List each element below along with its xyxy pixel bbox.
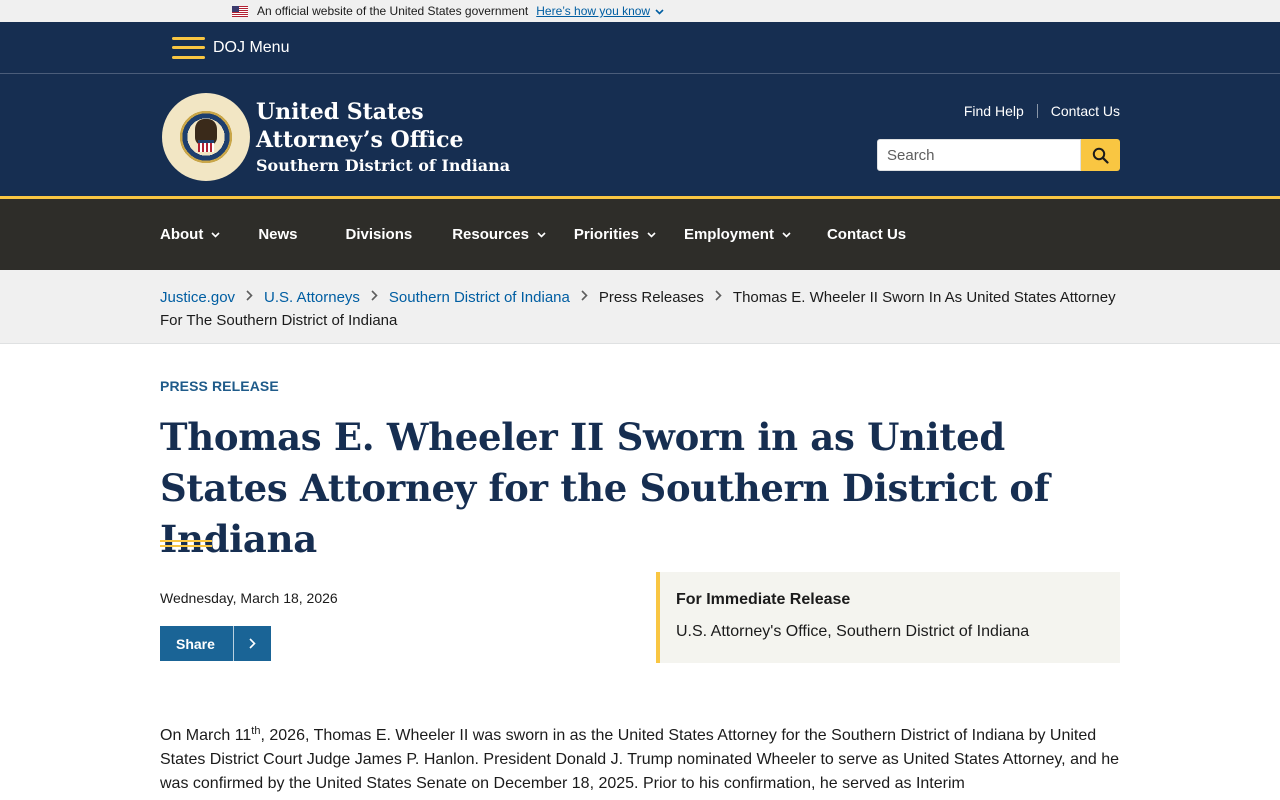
breadcrumb-press-releases: Press Releases [598, 289, 704, 306]
search-button[interactable] [1081, 139, 1120, 171]
nav-item-divisions[interactable]: Divisions [346, 226, 413, 243]
nav-item-label[interactable]: Priorities [574, 226, 639, 243]
nav-item-label[interactable]: Divisions [346, 226, 413, 243]
us-flag-icon [232, 5, 248, 17]
agency-name[interactable]: United States Attorney’s Office Southern… [256, 98, 510, 178]
nav-item-about[interactable]: About [160, 226, 220, 243]
utility-links: Find Help Contact Us [964, 103, 1120, 119]
heres-how-you-know-link[interactable]: Here’s how you know [536, 4, 650, 18]
search-input[interactable] [877, 139, 1081, 171]
nav-item-label[interactable]: News [258, 226, 297, 243]
gov-banner: An official website of the United States… [0, 0, 1280, 22]
nav-item-label[interactable]: Resources [452, 226, 529, 243]
chevron-down-icon[interactable] [537, 231, 546, 238]
nav-item-employment[interactable]: Employment [684, 226, 791, 243]
nav-item-priorities[interactable]: Priorities [574, 226, 656, 243]
breadcrumb: Justice.gov U.S. Attorneys Southern Distri… [0, 270, 1280, 344]
chevron-right-icon [246, 286, 253, 309]
nav-item-contact-us[interactable]: Contact Us [827, 226, 906, 243]
agency-name-line2[interactable]: Attorney’s Office [256, 126, 510, 154]
nav-item-label[interactable]: Contact Us [827, 226, 906, 243]
chevron-down-icon[interactable] [655, 7, 664, 18]
doj-menu-button[interactable]: DOJ Menu [172, 36, 289, 59]
site-header: United States Attorney’s Office Southern… [0, 74, 1280, 199]
share-divider [233, 626, 234, 661]
hamburger-menu-icon[interactable] [172, 36, 205, 59]
chevron-right-icon [715, 286, 722, 309]
nav-item-resources[interactable]: Resources [452, 226, 546, 243]
chevron-right-icon [371, 286, 378, 309]
chevron-right-icon[interactable] [234, 638, 271, 649]
agency-name-line1[interactable]: United States [256, 98, 510, 126]
utility-divider [1036, 104, 1038, 118]
chevron-down-icon[interactable] [211, 231, 220, 238]
doj-menu-bar: DOJ Menu [0, 22, 1280, 74]
breadcrumb-link-district[interactable]: Southern District of Indiana [389, 289, 570, 306]
site-search [877, 139, 1120, 171]
body-text-start: On March 11 [160, 727, 252, 744]
chevron-down-icon[interactable] [782, 231, 791, 238]
body-text-rest: , 2026, Thomas E. Wheeler II was sworn i… [160, 727, 1120, 792]
release-office: U.S. Attorney's Office, Southern Distric… [676, 623, 1030, 640]
gov-banner-text: An official website of the United States… [257, 4, 529, 18]
doj-menu-label[interactable]: DOJ Menu [213, 39, 289, 57]
find-help-link[interactable]: Find Help [964, 103, 1024, 119]
nav-item-news[interactable]: News [258, 226, 297, 243]
title-divider [160, 540, 212, 547]
doj-seal-logo[interactable] [162, 93, 250, 181]
search-icon [1092, 147, 1109, 164]
breadcrumb-link-us-attorneys[interactable]: U.S. Attorneys [264, 289, 360, 306]
share-button-label[interactable]: Share [160, 636, 233, 652]
nav-item-label[interactable]: Employment [684, 226, 774, 243]
share-button[interactable]: Share [160, 626, 271, 661]
nav-item-label[interactable]: About [160, 226, 203, 243]
article-body: On March 11th, 2026, Thomas E. Wheeler I… [160, 724, 1122, 796]
page-title: Thomas E. Wheeler II Sworn in as United … [160, 415, 1050, 561]
release-info-box: For Immediate Release U.S. Attorney's Of… [656, 572, 1120, 663]
chevron-down-icon[interactable] [647, 231, 656, 238]
agency-district[interactable]: Southern District of Indiana [256, 154, 510, 178]
breadcrumb-link-justice-gov[interactable]: Justice.gov [160, 289, 235, 306]
main-navigation: About News Divisions Resources Prioritie… [0, 199, 1280, 270]
release-heading: For Immediate Release [676, 591, 851, 608]
contact-us-link[interactable]: Contact Us [1051, 103, 1120, 119]
press-release-eyebrow: PRESS RELEASE [160, 378, 279, 394]
release-date: Wednesday, March 18, 2026 [160, 590, 338, 606]
chevron-right-icon [581, 286, 588, 309]
